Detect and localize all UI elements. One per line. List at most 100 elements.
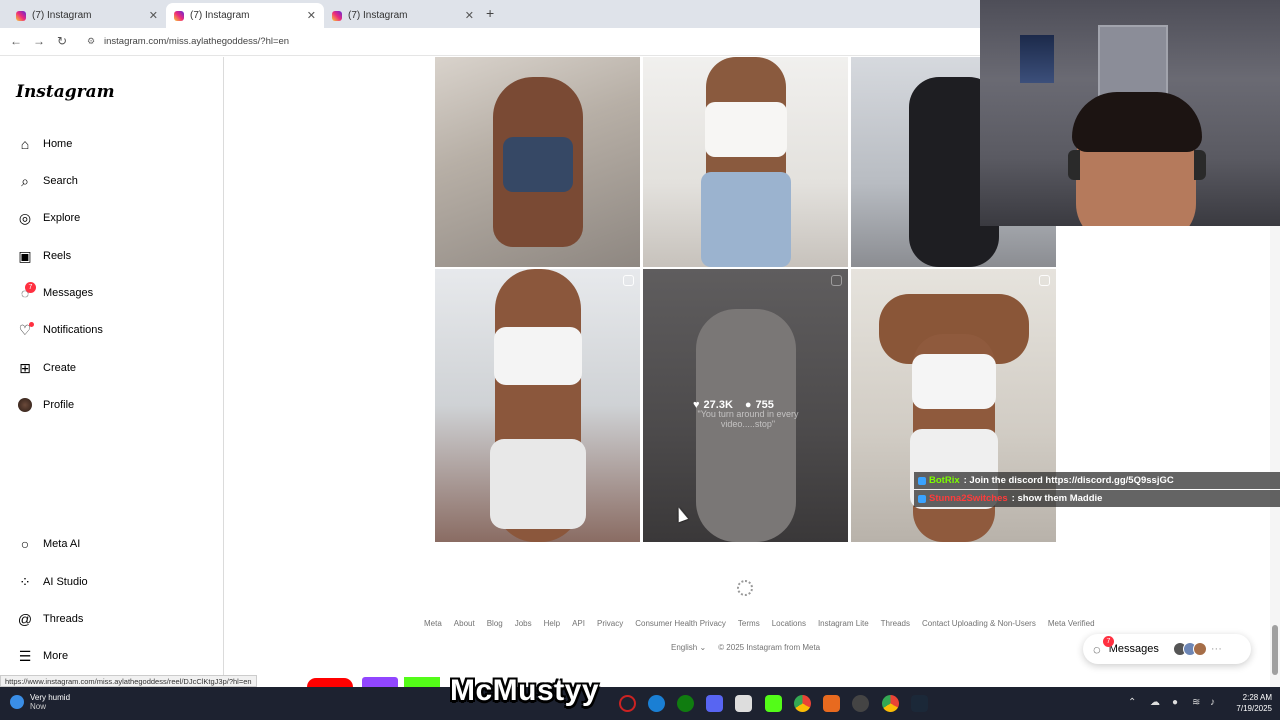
steam-icon[interactable] <box>911 695 928 712</box>
sidebar-item-label: More <box>43 650 69 662</box>
close-icon[interactable]: ✕ <box>307 9 316 22</box>
browser-tab[interactable]: (7) Instagram ✕ <box>8 3 166 28</box>
site-info-icon[interactable]: ⚙ <box>87 36 95 47</box>
footer-link-locations[interactable]: Locations <box>772 619 806 628</box>
threads-icon: @ <box>17 611 33 627</box>
post-image <box>502 137 573 192</box>
reels-icon: ▣ <box>18 248 32 264</box>
tab-title: (7) Instagram <box>348 10 408 21</box>
weather-title: Very humid <box>30 693 71 702</box>
footer-link-privacy[interactable]: Privacy <box>597 619 623 628</box>
discord-icon[interactable] <box>706 695 723 712</box>
heart-filled-icon: ♥ <box>693 399 700 411</box>
clock[interactable]: 2:28 AM 7/19/2025 <box>1228 692 1272 714</box>
close-icon[interactable]: ✕ <box>149 9 158 22</box>
new-tab-button[interactable]: + <box>486 5 494 21</box>
scrollbar-thumb[interactable] <box>1272 625 1278 675</box>
close-icon[interactable]: ✕ <box>465 9 474 22</box>
messages-badge: 7 <box>1103 636 1114 647</box>
sidebar-item-meta-ai[interactable]: ○ Meta AI <box>16 534 81 554</box>
headset-icon <box>1068 150 1206 180</box>
footer-link-threads[interactable]: Threads <box>881 619 910 628</box>
chrome-icon[interactable] <box>882 695 899 712</box>
language-label: English <box>671 643 698 652</box>
post-caption-overlay: "You turn around in every video.....stop… <box>697 409 799 429</box>
messages-floating-button[interactable]: ◌ 7 Messages ··· <box>1083 634 1251 664</box>
sidebar-item-search[interactable]: ⌕ Search <box>16 171 78 191</box>
post-thumbnail[interactable] <box>643 57 848 267</box>
post-image <box>700 172 791 267</box>
avatar <box>18 398 32 412</box>
footer-link-jobs[interactable]: Jobs <box>515 619 532 628</box>
sidebar-item-profile[interactable]: Profile <box>16 395 74 415</box>
sidebar-item-threads[interactable]: @ Threads <box>16 609 83 629</box>
obs-icon[interactable] <box>852 695 869 712</box>
browser-tab[interactable]: (7) Instagram ✕ <box>324 3 482 28</box>
volume-icon[interactable]: ♪ <box>1210 697 1215 708</box>
weather-icon <box>10 695 24 709</box>
footer-link-terms[interactable]: Terms <box>738 619 760 628</box>
footer-link-consumer-health-privacy[interactable]: Consumer Health Privacy <box>635 619 726 628</box>
footer-link-meta-verified[interactable]: Meta Verified <box>1048 619 1095 628</box>
sidebar-item-reels[interactable]: ▣ Reels <box>16 246 71 266</box>
taskbar <box>0 687 1280 720</box>
footer-link-instagram-lite[interactable]: Instagram Lite <box>818 619 869 628</box>
streamer-name: McMustyy <box>450 674 600 707</box>
post-thumbnail[interactable] <box>435 57 640 267</box>
home-icon: ⌂ <box>20 136 30 152</box>
footer-link-blog[interactable]: Blog <box>487 619 503 628</box>
weather-widget[interactable]: Very humid Now <box>10 693 70 711</box>
footer-link-api[interactable]: API <box>572 619 585 628</box>
comments-count: 755 <box>755 399 774 411</box>
chat-text: : show them Maddie <box>1011 493 1103 504</box>
tab-title: (7) Instagram <box>190 10 250 21</box>
app-icon[interactable] <box>823 695 840 712</box>
footer-links: Meta About Blog Jobs Help API Privacy Co… <box>424 619 1095 628</box>
forward-arrow-icon[interactable]: → <box>33 34 45 48</box>
hamburger-icon: ☰ <box>18 648 32 664</box>
comment-bubble-icon: ● <box>744 399 752 411</box>
footer-link-help[interactable]: Help <box>544 619 560 628</box>
sidebar-item-home[interactable]: ⌂ Home <box>16 134 73 154</box>
compass-icon: ◎ <box>18 210 32 226</box>
footer-link-contact-uploading[interactable]: Contact Uploading & Non-Users <box>922 619 1036 628</box>
reload-icon[interactable]: ↻ <box>57 34 67 48</box>
url-field[interactable]: instagram.com/miss.aylathegoddess/?hl=en <box>104 36 289 47</box>
date: 7/19/2025 <box>1236 704 1272 713</box>
sidebar-item-label: Profile <box>43 399 75 411</box>
instagram-logo[interactable]: Instagram <box>16 82 115 102</box>
chevron-up-icon[interactable]: ⌃ <box>1128 697 1136 708</box>
wifi-icon[interactable]: ≋ <box>1192 697 1200 708</box>
sidebar-item-label: Messages <box>43 287 94 299</box>
back-arrow-icon[interactable]: ← <box>10 34 22 48</box>
messenger-icon: ◌ <box>1093 641 1101 657</box>
chat-message: Stunna2Switches : show them Maddie <box>914 490 1280 507</box>
sidebar-item-explore[interactable]: ◎ Explore <box>16 208 80 228</box>
microphone-icon[interactable]: ● <box>1172 697 1178 708</box>
chrome-icon[interactable] <box>794 695 811 712</box>
language-select[interactable]: English ⌄ <box>671 643 706 652</box>
webcam-overlay <box>980 0 1280 226</box>
sidebar-item-label: Notifications <box>43 324 103 336</box>
avatar <box>1192 642 1207 656</box>
sidebar-item-more[interactable]: ☰ More <box>16 646 68 666</box>
webcam-poster <box>1020 35 1054 83</box>
instagram-favicon-icon <box>332 10 342 21</box>
network-icon[interactable]: ☁ <box>1150 697 1160 708</box>
kick-app-icon[interactable] <box>765 695 782 712</box>
status-bar-link: https://www.instagram.com/miss.aylathego… <box>0 675 257 687</box>
sidebar-item-label: Explore <box>43 212 81 224</box>
xbox-icon[interactable] <box>677 695 694 712</box>
sidebar-item-label: Home <box>43 138 73 150</box>
app-icon[interactable] <box>619 695 636 712</box>
copyright: © 2025 Instagram from Meta <box>718 643 821 652</box>
footer-link-about[interactable]: About <box>454 619 475 628</box>
footer-bottom: English ⌄ © 2025 Instagram from Meta <box>671 643 820 652</box>
post-thumbnail[interactable] <box>435 269 640 542</box>
edge-icon[interactable] <box>648 695 665 712</box>
footer-link-meta[interactable]: Meta <box>424 619 442 628</box>
sidebar-item-ai-studio[interactable]: ⁘ AI Studio <box>16 572 88 592</box>
store-icon[interactable] <box>735 695 752 712</box>
sidebar-item-create[interactable]: ⊞ Create <box>16 358 76 378</box>
browser-tab-active[interactable]: (7) Instagram ✕ <box>166 3 324 28</box>
